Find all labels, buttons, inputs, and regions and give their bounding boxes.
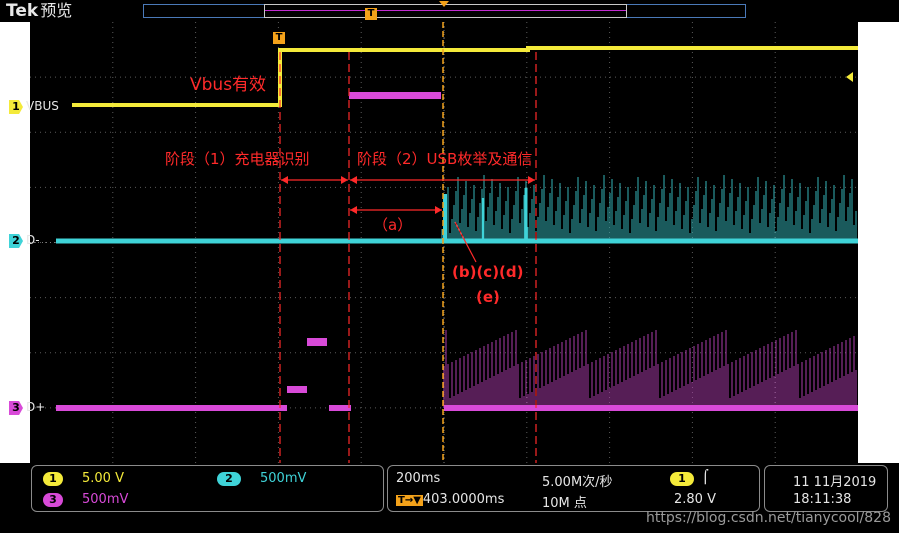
annotation-vbus-valid: Vbus有效 [190, 75, 267, 95]
record-length: 10M 点 [542, 496, 587, 511]
time: 18:11:38 [793, 492, 852, 507]
ch1-badge[interactable]: 1 [43, 472, 63, 486]
trigger-position-icon: T→▼ [396, 495, 423, 506]
annotation-stage1: 阶段（1）充电器识别 [165, 150, 310, 168]
ch3-step-2 [307, 338, 327, 346]
stage2-arrow-head-right [528, 176, 535, 184]
waveform-graticule[interactable] [30, 22, 858, 463]
rising-edge-icon: ⌠ [702, 470, 709, 485]
ch3-label: D+ [26, 400, 46, 414]
ch2-scale[interactable]: 500mV [260, 471, 306, 486]
trigger-position: 403.0000ms [422, 492, 505, 507]
annotation-e: (e) [476, 288, 500, 306]
ch2-ground-marker[interactable]: 2 [9, 234, 23, 248]
traces [56, 46, 858, 411]
ch1-label: VBUS [26, 99, 59, 113]
mode-label: 预览 [40, 1, 73, 20]
annotation-a: （a） [373, 216, 413, 234]
brand-logo: Tek 预览 [6, 1, 73, 21]
ch2-noise [441, 175, 857, 241]
ch3-pulse-top [349, 92, 441, 99]
trigger-position-row[interactable]: T→▼ 403.0000ms [396, 492, 504, 507]
waveform-svg [30, 22, 858, 463]
ch3-noise [443, 330, 857, 408]
stage1-arrow-head-left [281, 176, 288, 184]
trigger-point-arrow-icon [439, 1, 449, 7]
ch1-ground-marker[interactable]: 1 [9, 100, 23, 114]
ch2-badge[interactable]: 2 [217, 472, 241, 486]
watermark: https://blog.csdn.net/tianycool/828 [645, 510, 891, 526]
ch3-ground-marker[interactable]: 3 [9, 401, 23, 415]
ch3-step-1 [287, 386, 307, 393]
trigger-marker-waveform[interactable]: T [273, 32, 285, 44]
ch3-scale[interactable]: 500mV [82, 492, 128, 507]
channel-scale-panel[interactable]: 1 5.00 V 2 500mV 3 500mV [31, 465, 384, 512]
timebase[interactable]: 200ms [396, 471, 440, 486]
sample-rate: 5.00M次/秒 [542, 475, 613, 490]
ch3-badge[interactable]: 3 [43, 493, 63, 507]
oscilloscope-screen: Tek 预览 T 1 VBUS 2 D- 3 D+ T Vbus有效 阶段（1）充… [0, 0, 899, 540]
horizontal-panel[interactable]: 200ms 5.00M次/秒 T→▼ 403.0000ms 10M 点 1 ⌠ 2… [387, 465, 760, 512]
trigger-position-marker-top[interactable]: T [365, 8, 377, 20]
stage1-arrow-head-right [341, 176, 348, 184]
date: 11 11月2019 [793, 475, 877, 490]
ch2-label: D- [26, 233, 40, 247]
record-overview-trace [265, 10, 626, 11]
stage2-arrow-head-left [350, 176, 357, 184]
trigger-level-arrow-icon[interactable] [846, 72, 853, 82]
datetime-panel: 11 11月2019 18:11:38 [764, 465, 888, 512]
top-bar: Tek 预览 T [0, 0, 899, 22]
a-arrow-head-left [350, 206, 357, 214]
annotation-bcd: (b)(c)(d) [452, 263, 524, 281]
annotation-stage2: 阶段（2）USB枚举及通信 [357, 150, 533, 168]
trigger-source-badge[interactable]: 1 [670, 472, 694, 486]
trigger-level[interactable]: 2.80 V [674, 492, 716, 507]
a-arrow-head-right [435, 206, 442, 214]
ch1-scale[interactable]: 5.00 V [82, 471, 124, 486]
